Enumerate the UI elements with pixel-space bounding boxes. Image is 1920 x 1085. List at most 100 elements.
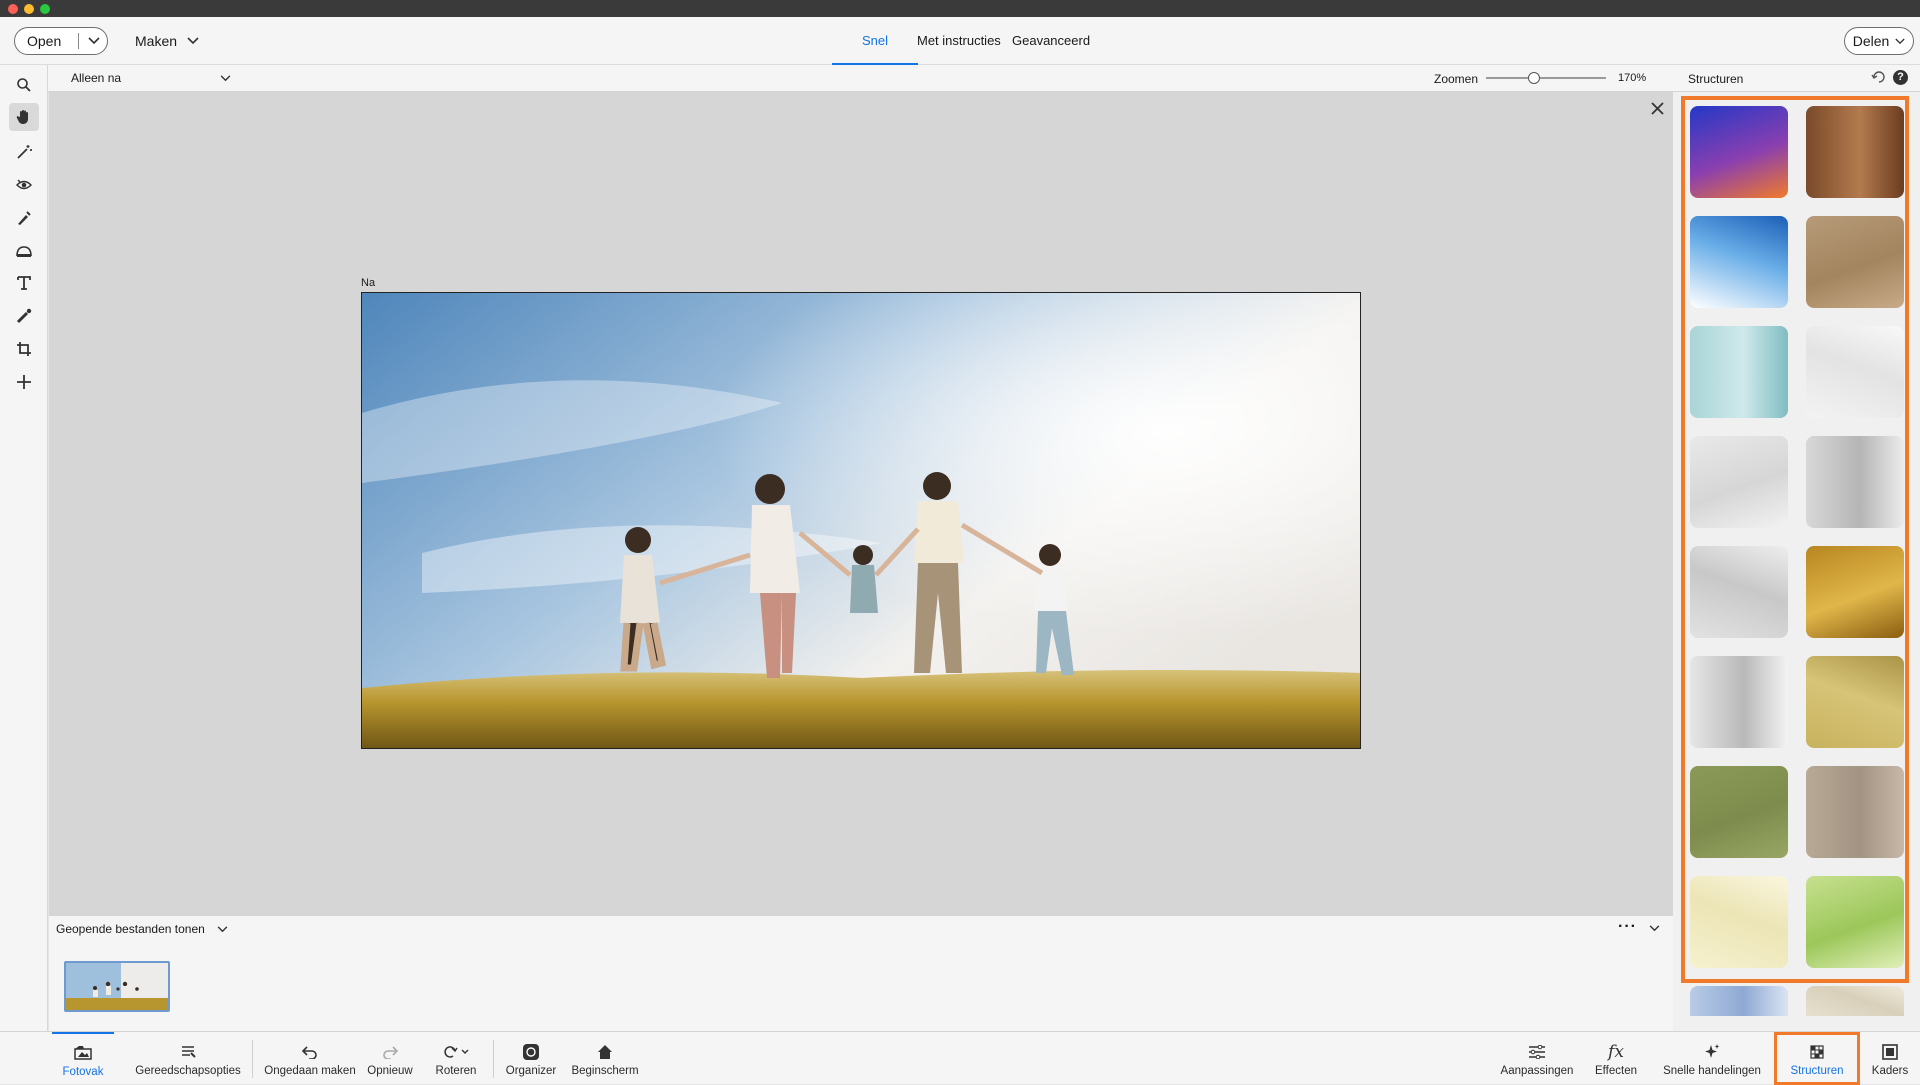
photo-bin-button[interactable]: Fotovak (52, 1032, 114, 1085)
zoom-label: Zoomen (1434, 72, 1479, 86)
tool-options-button[interactable]: Gereedschapsopties (132, 1032, 244, 1085)
photo-bin-label: Fotovak (62, 1065, 104, 1078)
whiten-teeth-icon (15, 209, 33, 227)
quick-actions-label: Snelle handelingen (1663, 1064, 1761, 1077)
canvas-area: Na (49, 92, 1673, 915)
organizer-label: Organizer (505, 1064, 557, 1077)
textures-icon (1810, 1041, 1824, 1063)
tab-quick[interactable]: Snel (832, 17, 918, 65)
reset-panel-icon[interactable] (1871, 70, 1887, 84)
adjustments-label: Aanpassingen (1500, 1064, 1574, 1077)
quick-select-tool[interactable] (9, 138, 39, 166)
window-titlebar (0, 0, 1920, 17)
bottom-bar: Fotovak Gereedschapsopties Ongedaan make… (0, 1031, 1920, 1085)
undo-button[interactable]: Ongedaan maken (260, 1032, 360, 1085)
textures-button[interactable]: Structuren (1774, 1032, 1860, 1085)
filmstrip-label: Geopende bestanden tonen (56, 922, 205, 936)
rotate-button[interactable]: Roteren (428, 1032, 484, 1085)
separator (252, 1040, 253, 1078)
tab-expert[interactable]: Geavanceerd (1012, 33, 1090, 48)
texture-swatch-blue-speckle[interactable] (1690, 986, 1788, 1016)
view-select-value: Alleen na (71, 71, 122, 85)
tab-guided-label: Met instructies (917, 33, 1001, 48)
chevron-down-icon[interactable] (79, 37, 100, 45)
chevron-down-icon (220, 74, 231, 82)
straighten-icon (15, 244, 33, 258)
photo-bin (49, 941, 1673, 1031)
home-label: Beginscherm (571, 1064, 639, 1077)
chevron-down-icon (187, 37, 199, 45)
quick-actions-button[interactable]: Snelle handelingen (1656, 1032, 1768, 1085)
move-tool[interactable] (9, 368, 39, 396)
hand-icon (15, 108, 33, 126)
zoom-icon (16, 77, 32, 93)
close-icon[interactable] (1651, 102, 1664, 115)
filmstrip-header: Geopende bestanden tonen ··· (49, 915, 1673, 941)
spot-healing-tool[interactable] (9, 302, 39, 330)
chevron-down-icon[interactable] (1649, 925, 1660, 932)
panel-title: Structuren (1688, 72, 1744, 86)
adjustments-button[interactable]: Aanpassingen (1496, 1032, 1578, 1085)
rotate-label: Roteren (435, 1064, 477, 1077)
top-bar: Open Maken Snel Met instructies Geavance… (0, 17, 1920, 65)
structures-highlight (1681, 96, 1909, 983)
open-label: Open (15, 33, 79, 49)
redo-icon (382, 1041, 398, 1063)
whiten-teeth-tool[interactable] (9, 204, 39, 232)
open-button[interactable]: Open (14, 27, 108, 55)
effects-button[interactable]: fx Effecten (1586, 1032, 1646, 1085)
tab-guided[interactable]: Met instructies (917, 33, 1001, 48)
more-options-icon[interactable]: ··· (1618, 918, 1637, 936)
chevron-down-icon (1895, 38, 1905, 45)
frames-label: Kaders (1871, 1064, 1909, 1077)
maximize-window-button[interactable] (40, 4, 50, 14)
adjustments-icon (1528, 1041, 1546, 1063)
crop-icon (16, 341, 32, 357)
share-label: Delen (1852, 33, 1890, 49)
zoom-slider[interactable] (1486, 72, 1606, 84)
show-open-files-select[interactable]: Geopende bestanden tonen (56, 922, 228, 936)
separator (493, 1040, 494, 1078)
create-menu[interactable]: Maken (135, 33, 199, 49)
text-icon (16, 275, 32, 291)
thumbnail-image (66, 963, 168, 1010)
view-caption: Na (361, 277, 376, 289)
move-icon (16, 374, 32, 390)
photo-bin-icon (74, 1042, 92, 1064)
quick-select-icon (15, 143, 33, 161)
spot-healing-icon (15, 307, 33, 325)
quick-actions-icon (1703, 1041, 1721, 1063)
tab-quick-label: Snel (861, 32, 889, 48)
tools-panel (0, 65, 48, 1031)
text-tool[interactable] (9, 269, 39, 297)
help-icon[interactable]: ? (1893, 70, 1908, 85)
home-button[interactable]: Beginscherm (566, 1032, 644, 1085)
red-eye-icon (15, 178, 33, 192)
red-eye-tool[interactable] (9, 171, 39, 199)
redo-label: Opnieuw (367, 1064, 413, 1077)
photo-thumbnail[interactable] (64, 961, 170, 1012)
organizer-icon (522, 1041, 540, 1063)
zoom-slider-handle[interactable] (1528, 72, 1540, 84)
photo[interactable] (361, 292, 1361, 749)
crop-tool[interactable] (9, 335, 39, 363)
zoom-tool[interactable] (9, 71, 39, 99)
undo-label: Ongedaan maken (264, 1064, 356, 1077)
texture-swatch-beige-linen[interactable] (1806, 986, 1904, 1016)
straighten-tool[interactable] (9, 237, 39, 265)
frames-button[interactable]: Kaders (1864, 1032, 1916, 1085)
create-label: Maken (135, 33, 178, 49)
textures-label: Structuren (1790, 1064, 1844, 1077)
view-select[interactable]: Alleen na (71, 71, 231, 85)
frames-icon (1882, 1041, 1898, 1063)
share-button[interactable]: Delen (1844, 27, 1914, 55)
organizer-button[interactable]: Organizer (501, 1032, 561, 1085)
chevron-down-icon (217, 925, 228, 933)
redo-button[interactable]: Opnieuw (361, 1032, 419, 1085)
hand-tool[interactable] (9, 103, 39, 131)
minimize-window-button[interactable] (24, 4, 34, 14)
tool-options-icon (180, 1041, 196, 1063)
home-icon (597, 1041, 613, 1063)
close-window-button[interactable] (8, 4, 18, 14)
family-photo-image (362, 293, 1360, 748)
